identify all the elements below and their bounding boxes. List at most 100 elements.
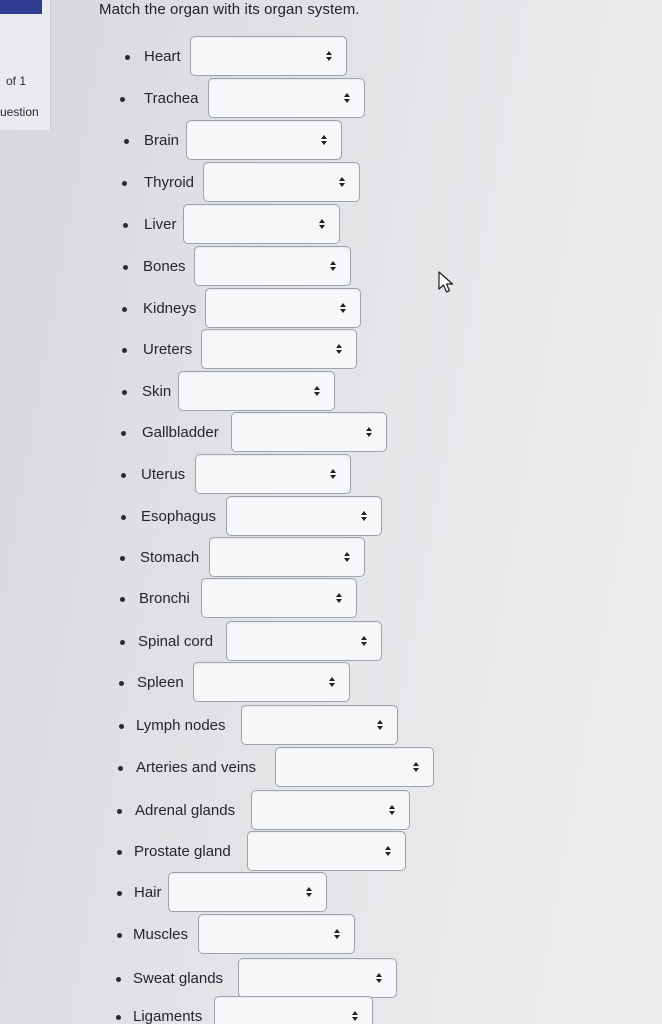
mouse-pointer-icon [438,271,454,293]
up-down-chevron-icon [336,593,342,603]
organ-label: Sweat glands [133,970,224,987]
bullet-icon [124,139,129,144]
up-down-chevron-icon [352,1011,358,1021]
up-down-chevron-icon [319,219,325,229]
organ-label: Spinal cord [138,633,214,650]
organ-system-select[interactable] [201,578,357,618]
up-down-chevron-icon [339,177,345,187]
organ-system-select[interactable] [186,120,342,160]
up-down-chevron-icon [413,762,419,772]
bullet-icon [117,809,122,814]
organ-label: Bones [143,258,186,275]
bullet-icon [120,556,125,561]
organ-label: Bronchi [139,590,190,607]
organ-label: Kidneys [143,300,197,317]
bullet-icon [121,515,126,520]
bullet-icon [120,97,125,102]
bullet-icon [123,265,128,270]
organ-label: Skin [142,383,172,400]
up-down-chevron-icon [340,303,346,313]
organ-label: Esophagus [141,508,217,525]
organ-label: Gallbladder [142,424,219,441]
organ-label: Uterus [141,466,186,483]
organ-label: Hair [134,884,162,901]
organ-system-select[interactable] [190,36,347,76]
organ-system-select[interactable] [201,329,357,369]
up-down-chevron-icon [330,261,336,271]
organ-system-select[interactable] [241,705,398,745]
up-down-chevron-icon [344,552,350,562]
organ-system-select[interactable] [226,621,382,661]
bullet-icon [120,597,125,602]
organ-system-select[interactable] [247,831,406,871]
up-down-chevron-icon [334,929,340,939]
organ-label: Liver [144,216,177,233]
bullet-icon [117,850,122,855]
organ-system-select[interactable] [198,914,355,954]
bullet-icon [116,1015,121,1020]
bullet-icon [117,933,122,938]
bullet-icon [117,891,122,896]
organ-system-select[interactable] [183,204,340,244]
up-down-chevron-icon [376,973,382,983]
up-down-chevron-icon [344,93,350,103]
organ-system-select[interactable] [275,747,434,787]
organ-label: Arteries and veins [136,759,257,776]
organ-system-select[interactable] [238,958,397,998]
organ-system-select[interactable] [195,454,351,494]
bullet-icon [122,307,127,312]
up-down-chevron-icon [306,887,312,897]
up-down-chevron-icon [336,344,342,354]
organ-system-select[interactable] [214,996,373,1024]
organ-label: Muscles [133,926,189,943]
organ-system-select[interactable] [203,162,360,202]
bullet-icon [121,473,126,478]
organ-system-select[interactable] [205,288,361,328]
organ-system-select[interactable] [226,496,382,536]
organ-label: Ureters [143,341,193,358]
up-down-chevron-icon [330,469,336,479]
bullet-icon [120,640,125,645]
organ-system-select[interactable] [178,371,335,411]
bullet-icon [116,977,121,982]
active-question-indicator [0,0,42,14]
organ-system-select[interactable] [194,246,351,286]
organ-label: Brain [144,132,180,149]
up-down-chevron-icon [377,720,383,730]
organ-label: Stomach [140,549,200,566]
organ-label: Trachea [144,90,199,107]
up-down-chevron-icon [366,427,372,437]
up-down-chevron-icon [326,51,332,61]
up-down-chevron-icon [385,846,391,856]
up-down-chevron-icon [361,511,367,521]
up-down-chevron-icon [329,677,335,687]
organ-system-select[interactable] [168,872,327,912]
question-count: of 1 [6,74,27,88]
organ-system-select[interactable] [209,537,365,577]
organ-label: Spleen [137,674,184,691]
bullet-icon [122,181,127,186]
bullet-icon [123,223,128,228]
organ-label: Adrenal glands [135,802,236,819]
organ-system-select[interactable] [251,790,410,830]
bullet-icon [125,55,130,60]
bullet-icon [119,724,124,729]
organ-label: Lymph nodes [136,717,226,734]
bullet-icon [119,681,124,686]
organ-label: Ligaments [133,1008,203,1024]
organ-label: Prostate gland [134,843,231,860]
organ-system-select[interactable] [208,78,365,118]
up-down-chevron-icon [361,636,367,646]
bullet-icon [122,348,127,353]
bullet-icon [118,766,123,771]
organ-label: Thyroid [144,174,195,191]
up-down-chevron-icon [314,386,320,396]
question-prompt: Match the organ with its organ system. [99,1,360,18]
up-down-chevron-icon [389,805,395,815]
question-nav-panel: of 1 uestion [0,0,51,130]
question-label[interactable]: uestion [0,105,39,119]
organ-system-select[interactable] [231,412,387,452]
organ-system-select[interactable] [193,662,350,702]
organ-label: Heart [144,48,181,65]
bullet-icon [121,431,126,436]
